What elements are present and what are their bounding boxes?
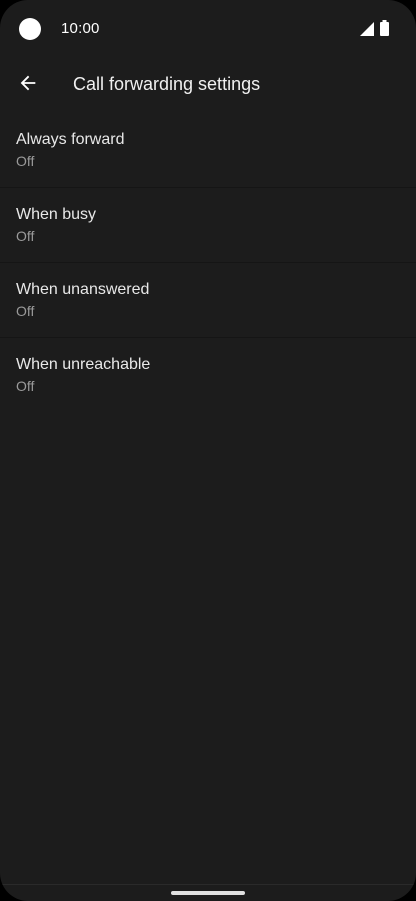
- settings-list: Always forward Off When busy Off When un…: [0, 113, 416, 413]
- camera-cutout: [19, 18, 41, 40]
- navigation-bar-divider: [0, 884, 416, 885]
- page-title: Call forwarding settings: [73, 74, 261, 94]
- setting-summary: Off: [16, 228, 35, 244]
- setting-summary: Off: [16, 153, 35, 169]
- setting-title: Always forward: [16, 131, 125, 148]
- app-bar: Call forwarding settings: [0, 56, 416, 114]
- battery-icon: [380, 20, 389, 36]
- setting-when-unreachable[interactable]: When unreachable Off: [0, 338, 416, 413]
- setting-summary: Off: [16, 378, 35, 394]
- signal-icon: [360, 22, 374, 36]
- setting-summary: Off: [16, 303, 35, 319]
- gesture-navigation-handle[interactable]: [171, 891, 245, 895]
- setting-when-unanswered[interactable]: When unanswered Off: [0, 263, 416, 338]
- phone-screen: 10:00 Call forwarding settings Always fo…: [0, 0, 416, 901]
- setting-always-forward[interactable]: Always forward Off: [0, 113, 416, 188]
- setting-when-busy[interactable]: When busy Off: [0, 188, 416, 263]
- setting-title: When unanswered: [16, 281, 150, 298]
- back-button[interactable]: [8, 63, 48, 103]
- arrow-back-icon: [20, 75, 36, 91]
- status-clock: 10:00: [61, 20, 100, 37]
- setting-title: When unreachable: [16, 356, 151, 373]
- setting-title: When busy: [16, 206, 97, 223]
- status-bar: 10:00: [0, 0, 416, 56]
